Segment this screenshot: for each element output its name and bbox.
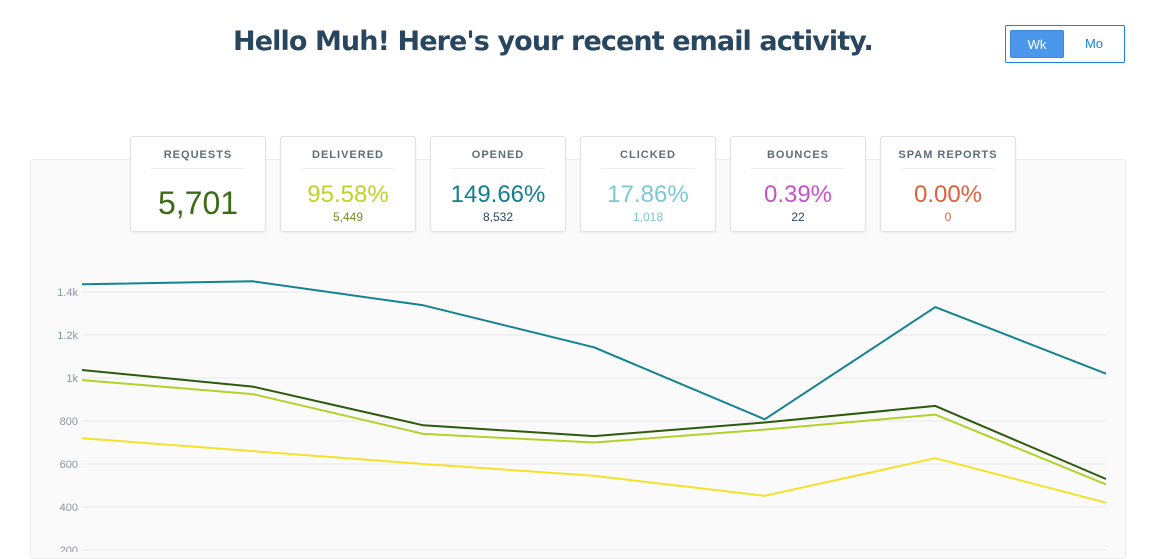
stat-card-spam-reports[interactable]: SPAM REPORTS 0.00% 0 — [880, 136, 1016, 232]
stat-count: 5,449 — [332, 210, 364, 224]
y-tick-label: 200 — [60, 545, 78, 552]
stat-divider — [901, 168, 995, 169]
y-tick-label: 800 — [60, 416, 78, 428]
series-line-opened[interactable] — [81, 280, 1107, 421]
stat-divider — [601, 168, 695, 169]
stat-card-requests[interactable]: REQUESTS 5,701 — [130, 136, 266, 232]
stat-label: SPAM REPORTS — [898, 149, 998, 161]
series-line-delivered[interactable] — [81, 379, 1107, 486]
activity-line-chart: 1.4k 1.2k 1k 800 600 400 200 — [57, 280, 1107, 552]
y-tick-label: 1.2k — [57, 330, 78, 342]
stat-value: 95.58% — [307, 181, 389, 208]
stat-card-bounces[interactable]: BOUNCES 0.39% 22 — [730, 136, 866, 232]
series-line-clicked[interactable] — [81, 437, 1107, 504]
stat-label: REQUESTS — [163, 149, 233, 161]
stat-count: 22 — [791, 210, 805, 224]
stat-label: CLICKED — [620, 149, 676, 161]
stat-value: 0.00% — [913, 181, 983, 208]
stat-card-delivered[interactable]: DELIVERED 95.58% 5,449 — [280, 136, 416, 232]
y-tick-label: 600 — [60, 459, 78, 471]
stat-card-clicked[interactable]: CLICKED 17.86% 1,018 — [580, 136, 716, 232]
stat-divider — [151, 168, 245, 169]
stat-label: DELIVERED — [312, 149, 384, 161]
stat-label: BOUNCES — [766, 149, 829, 161]
stat-count: 1,018 — [632, 210, 664, 224]
stat-label: OPENED — [471, 149, 525, 161]
y-tick-label: 400 — [60, 502, 78, 514]
stat-divider — [451, 168, 545, 169]
stat-value: 149.66% — [450, 181, 546, 208]
stat-card-opened[interactable]: OPENED 149.66% 8,532 — [430, 136, 566, 232]
y-tick-label: 1k — [66, 373, 78, 385]
y-tick-label: 1.4k — [57, 287, 78, 299]
stat-value: 0.39% — [763, 181, 833, 208]
stat-divider — [751, 168, 845, 169]
stat-count: 0 — [944, 210, 952, 224]
stat-count: 8,532 — [482, 210, 514, 224]
stat-divider — [301, 168, 395, 169]
stat-value: 5,701 — [157, 185, 239, 221]
stat-value: 17.86% — [607, 181, 689, 208]
